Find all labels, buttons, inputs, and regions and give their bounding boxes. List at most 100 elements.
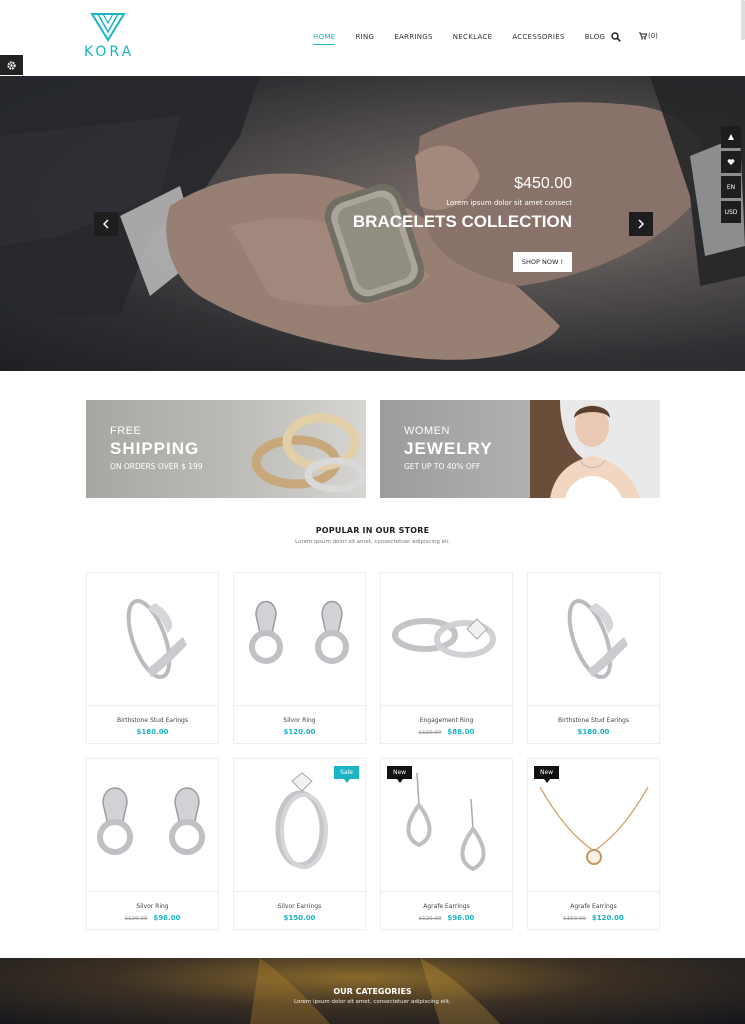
product-card[interactable]: Silvor Ring $120.00 $96.00 <box>86 758 219 930</box>
product-card[interactable]: Sale Silvor Earrings $150.00 <box>233 758 366 930</box>
logo-diamond-icon <box>90 13 126 42</box>
product-card[interactable]: Engagement Ring $110.00 $88.00 <box>380 572 513 744</box>
engagement-ring-image <box>392 618 496 658</box>
logo[interactable]: KORA <box>84 12 132 66</box>
new-badge: New <box>534 766 560 783</box>
product-name[interactable]: Silvor Ring <box>234 717 365 724</box>
heart-icon <box>727 159 735 165</box>
product-card[interactable]: Silvor Ring $120.00 <box>233 572 366 744</box>
banner-line2: SHIPPING <box>110 439 200 458</box>
product-current-price: $96.00 <box>153 914 181 922</box>
product-price: $180.00 <box>528 728 659 736</box>
gear-icon <box>7 60 16 70</box>
earrings-image <box>97 787 205 855</box>
banner-line1: WOMEN <box>404 425 450 437</box>
currency-tool[interactable]: USD <box>721 201 741 223</box>
language-tool[interactable]: EN <box>721 176 741 198</box>
slider-prev-button[interactable] <box>94 212 118 236</box>
banner-line3: ON ORDERS OVER $ 199 <box>110 462 203 471</box>
banner-line3: GET UP TO 40% OFF <box>404 462 481 471</box>
banner-line1: FREE <box>110 425 142 437</box>
site-header: KORA HOME RING EARRINGS NECKLACE ACCESSO… <box>0 0 745 76</box>
product-card[interactable]: New Agrafe Earrings $120.00 $96.00 <box>380 758 513 930</box>
cart-button[interactable]: (0) <box>639 32 658 40</box>
slider-next-button[interactable] <box>629 212 653 236</box>
divider <box>381 705 512 706</box>
product-price: $150.00 $120.00 <box>528 914 659 922</box>
product-card[interactable]: Birthstone Stud Earings $180.00 <box>86 572 219 744</box>
rings-image <box>251 413 366 493</box>
divider <box>528 705 659 706</box>
product-card[interactable]: New Agrafe Earrings $150.00 $120.00 <box>527 758 660 930</box>
product-current-price: $96.00 <box>447 914 475 922</box>
divider <box>234 891 365 892</box>
product-current-price: $88.00 <box>447 728 475 736</box>
sale-badge: Sale <box>334 766 359 783</box>
product-old-price: $110.00 <box>418 730 442 736</box>
main-nav: HOME RING EARRINGS NECKLACE ACCESSORIES … <box>313 33 625 45</box>
product-old-price: $120.00 <box>124 916 148 922</box>
hero-slider: $450.00 Lorem ipsum dolor sit amet conse… <box>0 76 745 371</box>
nav-item-accessories[interactable]: ACCESSORIES <box>512 33 564 45</box>
divider <box>234 705 365 706</box>
product-current-price: $120.00 <box>591 914 624 922</box>
categories-subtitle: Lorem ipsum dolor sit amet, consectetuer… <box>294 999 451 1005</box>
product-current-price: $180.00 <box>136 728 169 736</box>
settings-toggle[interactable] <box>0 55 23 75</box>
divider <box>87 705 218 706</box>
product-name[interactable]: Agrafe Earrings <box>381 903 512 910</box>
product-price: $180.00 <box>87 728 218 736</box>
categories-title: OUR CATEGORIES <box>333 987 412 996</box>
new-badge: New <box>387 766 413 783</box>
categories-section: OUR CATEGORIES Lorem ipsum dolor sit ame… <box>0 958 745 1024</box>
cart-count: (0) <box>648 32 658 40</box>
banner-free-shipping[interactable]: FREE SHIPPING ON ORDERS OVER $ 199 <box>86 400 366 498</box>
banner-line2: JEWELRY <box>404 439 493 458</box>
wishlist-tool[interactable] <box>721 151 741 173</box>
product-price: $120.00 $96.00 <box>87 914 218 922</box>
nav-item-earrings[interactable]: EARRINGS <box>394 33 433 45</box>
divider <box>528 891 659 892</box>
product-current-price: $180.00 <box>577 728 610 736</box>
chevron-right-icon <box>638 219 645 229</box>
product-name[interactable]: Birthstone Stud Earings <box>87 717 218 724</box>
product-current-price: $150.00 <box>283 914 316 922</box>
divider <box>87 891 218 892</box>
hero-subtitle: Lorem ipsum dolor sit amet consect <box>446 199 572 207</box>
product-price: $120.00 $96.00 <box>381 914 512 922</box>
product-old-price: $120.00 <box>418 916 442 922</box>
product-name[interactable]: Silvor Earrings <box>234 903 365 910</box>
product-price: $120.00 <box>234 728 365 736</box>
popular-section-title: POPULAR IN OUR STORE <box>315 526 430 535</box>
product-name[interactable]: Silvor Ring <box>87 903 218 910</box>
product-card[interactable]: Birthstone Stud Earings $180.00 <box>527 572 660 744</box>
chevron-left-icon <box>102 219 109 229</box>
shop-now-button[interactable]: SHOP NOW ! <box>513 252 572 272</box>
product-old-price: $150.00 <box>563 916 586 922</box>
banner-women-jewelry[interactable]: WOMEN JEWELRY GET UP TO 40% OFF <box>380 400 660 498</box>
cart-icon <box>639 32 647 40</box>
nav-item-ring[interactable]: RING <box>355 33 374 45</box>
scrollbar-thumb[interactable] <box>741 0 745 40</box>
model-image <box>530 400 660 498</box>
bracelet-image <box>126 599 187 679</box>
product-name[interactable]: Agrafe Earrings <box>528 903 659 910</box>
divider <box>381 891 512 892</box>
user-icon <box>728 134 734 140</box>
product-name[interactable]: Engagement Ring <box>381 717 512 724</box>
hero-title: BRACELETS COLLECTION <box>352 212 572 231</box>
side-toolbar: EN USD <box>721 126 741 226</box>
product-current-price: $120.00 <box>283 728 316 736</box>
brand-name: KORA <box>84 44 135 60</box>
nav-item-home[interactable]: HOME <box>313 33 336 45</box>
account-tool[interactable] <box>721 126 741 148</box>
nav-item-blog[interactable]: BLOG <box>585 33 606 45</box>
product-name[interactable]: Birthstone Stud Earings <box>528 717 659 724</box>
nav-item-necklace[interactable]: NECKLACE <box>453 33 493 45</box>
product-price: $110.00 $88.00 <box>381 728 512 736</box>
search-icon[interactable] <box>611 32 621 42</box>
earrings-image <box>249 600 349 664</box>
product-price: $150.00 <box>234 914 365 922</box>
hero-price: $450.00 <box>514 175 572 192</box>
bracelet-image <box>567 599 628 679</box>
